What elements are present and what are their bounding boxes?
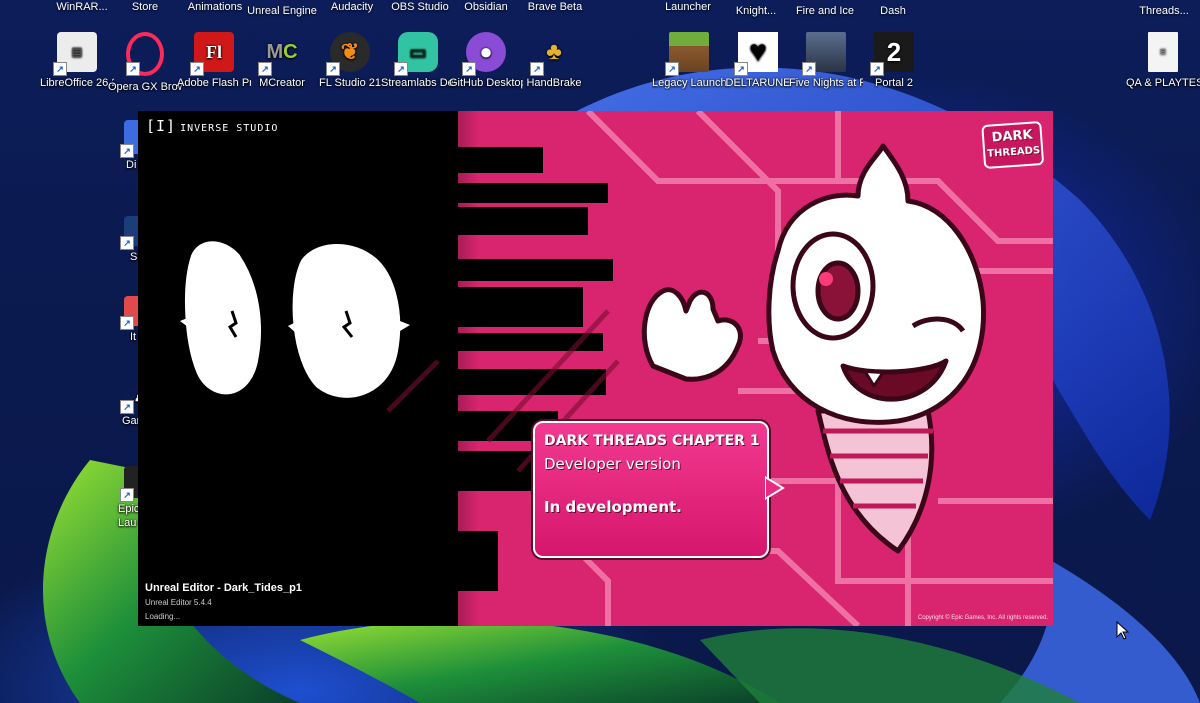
- desktop-icon-portal2[interactable]: 2 ↗ Portal 2: [857, 32, 931, 90]
- desktop-label-partial[interactable]: Dash: [853, 4, 933, 18]
- desktop-icon-deltarune[interactable]: ♥ ↗ DELTARUNE: [721, 32, 795, 90]
- fl-studio-icon: ❦ ↗: [326, 32, 370, 76]
- desktop-icon-fnaf[interactable]: ↗ Five Nights at Freddy's Int...: [789, 32, 863, 90]
- desktop-icon-opera-gx[interactable]: ↗ Opera GX Browser: [108, 32, 182, 94]
- logo-line-2: THREADS: [986, 145, 1041, 160]
- mcreator-icon: M C ↗: [258, 32, 302, 76]
- deltarune-icon: ♥ ↗: [734, 32, 778, 76]
- desktop-icon-libreoffice[interactable]: ▤ ↗ LibreOffice 26.2: [40, 32, 114, 90]
- mouse-cursor-icon: [1116, 621, 1130, 640]
- bubble-subtitle: Developer version: [544, 455, 681, 473]
- desktop-icon-qa-playtest[interactable]: ≡ QA & PLAYTEST ...: [1126, 32, 1200, 90]
- desktop-background: WinRAR... Store Animations Unreal Engine…: [0, 0, 1200, 703]
- copyright-text: Copyright © Epic Games, Inc. All rights …: [917, 615, 1048, 621]
- desktop-icon-adobe-flash[interactable]: Fl↗ Adobe Flash Profession...: [177, 32, 251, 90]
- studio-mark: [I]: [146, 117, 177, 135]
- bubble-title: DARK THREADS CHAPTER 1: [544, 433, 760, 449]
- desktop-icon-fl-studio[interactable]: ❦ ↗ FL Studio 21: [313, 32, 387, 90]
- handbrake-icon: ♣ ↗: [530, 32, 574, 76]
- splash-window: [I] INVERSE STUDIO DARK THREADS DARK THRE…: [138, 111, 1053, 626]
- minecraft-icon: ↗: [665, 32, 709, 76]
- github-icon: ● ↗: [462, 32, 506, 76]
- speech-bubble: DARK THREADS CHAPTER 1 Developer version…: [533, 421, 785, 558]
- desktop-label-partial[interactable]: Store: [105, 0, 185, 14]
- desktop-icon-legacy-launcher[interactable]: ↗ Legacy Launch...: [652, 32, 726, 90]
- studio-logo: [I] INVERSE STUDIO: [146, 117, 278, 135]
- desktop-icon-github[interactable]: ● ↗ GitHub Desktop: [449, 32, 523, 90]
- desktop-icon-handbrake[interactable]: ♣ ↗ HandBrake: [517, 32, 591, 90]
- fnaf-icon: ↗: [802, 32, 846, 76]
- desktop-label-partial[interactable]: Unreal Engine: [242, 4, 322, 18]
- desktop-label-partial[interactable]: Knight...: [716, 4, 796, 18]
- adobe-flash-icon: Fl ↗: [190, 32, 234, 76]
- libreoffice-icon: ▤ ↗: [53, 32, 97, 76]
- bubble-tail: [765, 475, 785, 501]
- desktop-icon-streamlabs[interactable]: ▭↗ Streamlabs Desktop: [381, 32, 455, 90]
- desktop-label-partial[interactable]: Brave Beta: [515, 0, 595, 14]
- editor-version: Unreal Editor 5.4.4: [145, 598, 212, 607]
- bubble-status: In development.: [544, 498, 682, 516]
- desktop-icon-mcreator[interactable]: M C ↗ MCreator: [245, 32, 319, 90]
- desktop-label-partial[interactable]: Threads...: [1124, 4, 1200, 18]
- loading-status: Loading...: [145, 612, 181, 621]
- studio-name: INVERSE STUDIO: [180, 123, 279, 134]
- dark-threads-logo: DARK THREADS: [981, 120, 1045, 177]
- desktop-label-partial[interactable]: Obsidian: [446, 0, 526, 14]
- portal2-icon: 2 ↗: [870, 32, 914, 76]
- streamlabs-icon: ▭ ↗: [394, 32, 438, 76]
- editor-title: Unreal Editor - Dark_Tides_p1: [145, 582, 302, 594]
- document-icon: ≡: [1148, 32, 1178, 72]
- opera-gx-icon: ↗: [126, 32, 164, 76]
